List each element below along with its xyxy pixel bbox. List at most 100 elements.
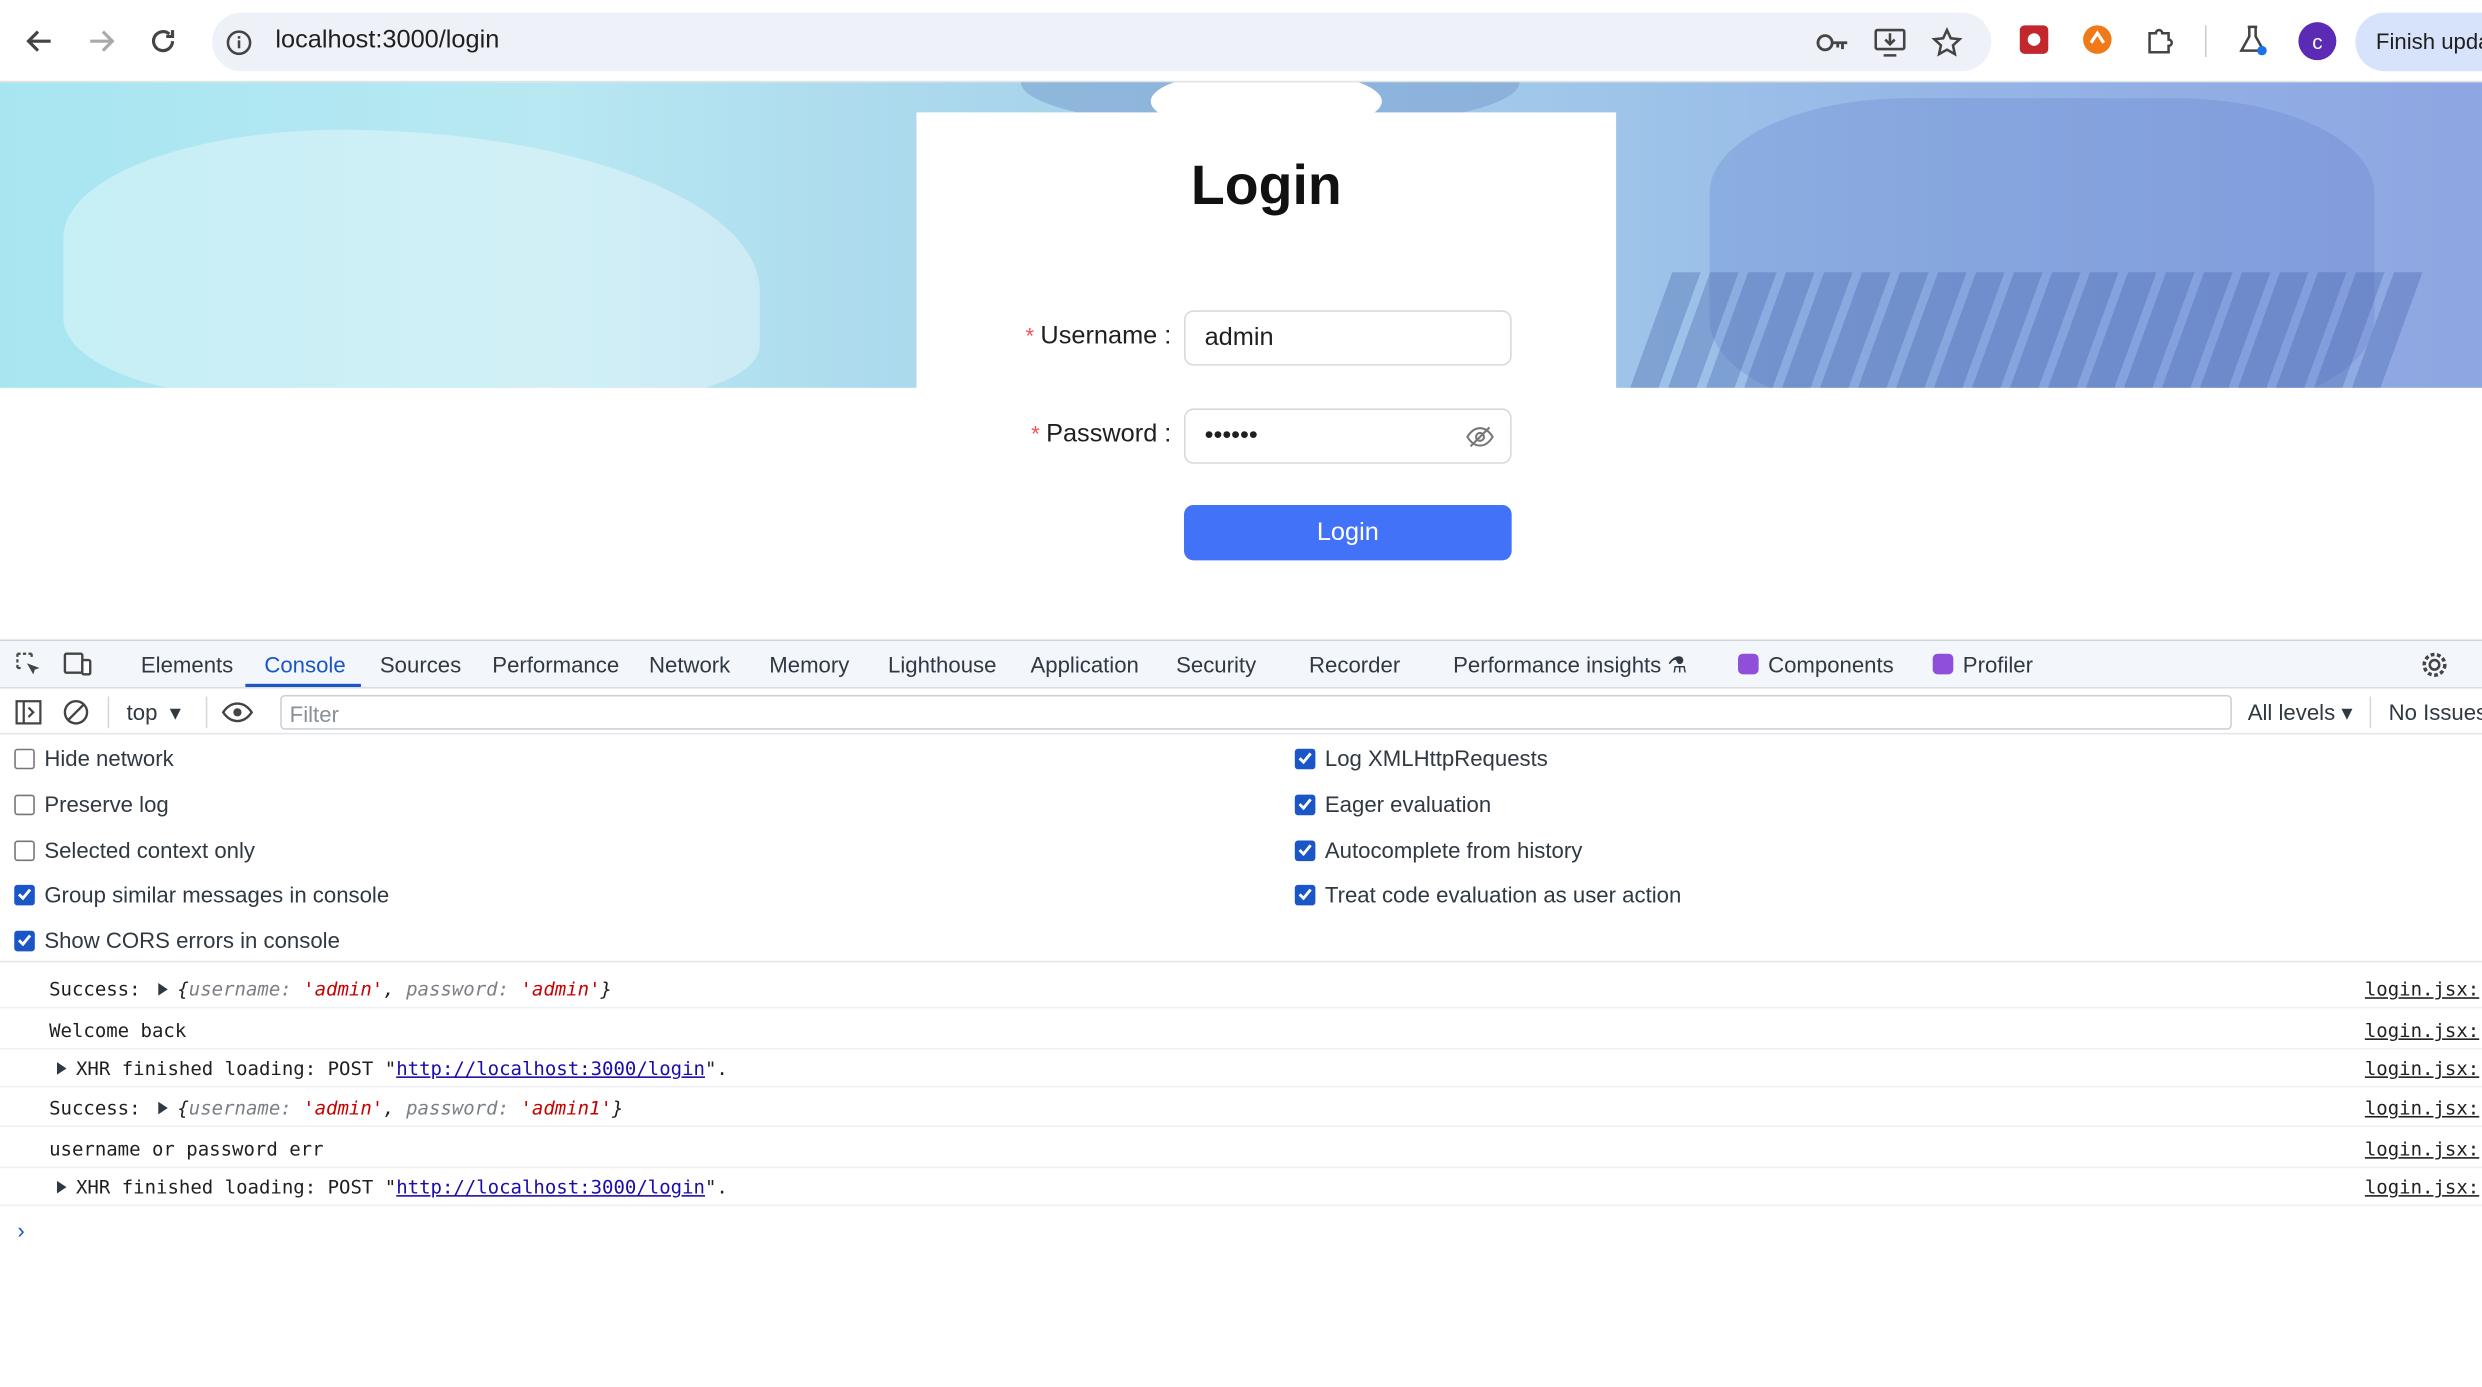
console-prompt-chevron-icon[interactable]: › xyxy=(17,1217,24,1242)
extensions-puzzle-icon[interactable] xyxy=(2143,22,2178,57)
setting-show-cors-errors[interactable]: Show CORS errors in console xyxy=(14,928,340,953)
source-link[interactable]: login.jsx: xyxy=(2365,1097,2479,1119)
setting-selected-context-only[interactable]: Selected context only xyxy=(14,837,255,863)
gear-icon[interactable] xyxy=(2420,651,2448,679)
source-link[interactable]: login.jsx: xyxy=(2365,1019,2479,1041)
comma: , xyxy=(383,1096,407,1120)
tab-application[interactable]: Application xyxy=(1030,652,1138,677)
tab-components[interactable]: Components xyxy=(1738,652,1894,677)
clear-console-icon[interactable] xyxy=(62,698,90,726)
tab-security[interactable]: Security xyxy=(1176,652,1256,677)
setting-label: Selected context only xyxy=(44,837,255,863)
tab-network[interactable]: Network xyxy=(649,652,730,677)
live-expression-eye-icon[interactable] xyxy=(220,698,255,726)
url-text[interactable]: localhost:3000/login xyxy=(275,27,499,55)
source-link[interactable]: login.jsx: xyxy=(2365,978,2479,1000)
console-message: XHR finished loading: POST "http://local… xyxy=(51,1057,728,1080)
address-bar[interactable]: localhost:3000/login xyxy=(212,12,1992,72)
expand-triangle-icon[interactable] xyxy=(56,1180,67,1194)
expand-triangle-icon[interactable] xyxy=(158,982,168,996)
issues-counter[interactable]: No Issues xyxy=(2389,700,2482,725)
setting-label: Log XMLHttpRequests xyxy=(1324,745,1548,771)
console-row: XHR finished loading: POST "http://local… xyxy=(0,1167,2482,1207)
extension-orange-icon[interactable] xyxy=(2080,22,2115,57)
brace: { xyxy=(177,1096,189,1120)
site-info-icon[interactable] xyxy=(222,25,257,60)
finish-update-button[interactable]: Finish upda xyxy=(2355,12,2482,72)
log-levels-dropdown[interactable]: All levels ▾ xyxy=(2248,700,2353,727)
checkbox[interactable] xyxy=(14,839,35,861)
setting-preserve-log[interactable]: Preserve log xyxy=(14,791,169,817)
password-input[interactable]: •••••• xyxy=(1184,408,1512,464)
checkbox-checked[interactable] xyxy=(14,884,35,905)
bookmark-star-icon[interactable] xyxy=(1930,25,1965,60)
tab-console[interactable]: Console xyxy=(264,652,345,677)
checkbox[interactable] xyxy=(14,793,35,815)
checkbox-checked[interactable] xyxy=(1294,839,1316,861)
setting-log-xmlhttprequests[interactable]: Log XMLHttpRequests xyxy=(1294,745,1548,771)
toolbar-divider xyxy=(2369,696,2372,729)
source-link[interactable]: login.jsx: xyxy=(2365,1057,2479,1079)
eye-invisible-icon[interactable] xyxy=(1466,424,1494,449)
active-tab-indicator xyxy=(245,683,361,687)
password-label-text: Password xyxy=(1046,421,1158,448)
inspect-element-icon[interactable] xyxy=(14,651,42,679)
setting-eager-evaluation[interactable]: Eager evaluation xyxy=(1294,791,1492,817)
expand-triangle-icon[interactable] xyxy=(56,1062,67,1075)
browser-toolbar: localhost:3000/login c Finish upda xyxy=(0,0,2482,83)
tab-elements[interactable]: Elements xyxy=(141,652,233,677)
setting-treat-code-evaluation[interactable]: Treat code evaluation as user action xyxy=(1294,882,1681,907)
tab-memory[interactable]: Memory xyxy=(769,652,849,677)
tab-components-label: Components xyxy=(1768,652,1894,678)
source-link[interactable]: login.jsx: xyxy=(2365,1176,2479,1198)
label-colon: : xyxy=(1157,421,1172,448)
tab-profiler[interactable]: Profiler xyxy=(1932,652,2034,678)
checkbox-checked[interactable] xyxy=(1294,747,1316,769)
xhr-url-link[interactable]: http://localhost:3000/login xyxy=(396,1057,705,1079)
password-key-icon[interactable] xyxy=(1816,25,1851,60)
console-row: Welcome back login.jsx: xyxy=(0,1010,2482,1050)
username-input[interactable]: admin xyxy=(1184,310,1512,366)
checkbox-checked[interactable] xyxy=(1294,884,1316,905)
setting-autocomplete-history[interactable]: Autocomplete from history xyxy=(1294,837,1582,863)
tab-performance-insights-label: Performance insights xyxy=(1453,652,1662,678)
brace: } xyxy=(600,978,612,1001)
checkbox-checked[interactable] xyxy=(14,929,35,951)
caret-down-icon: ▾ xyxy=(169,699,181,725)
forward-icon[interactable] xyxy=(78,17,125,64)
reload-icon[interactable] xyxy=(139,17,186,64)
tab-profiler-label: Profiler xyxy=(1962,652,2034,678)
setting-label: Eager evaluation xyxy=(1324,791,1492,817)
checkbox[interactable] xyxy=(14,747,35,769)
extension-red-icon[interactable] xyxy=(2017,22,2052,57)
object-key: username xyxy=(188,978,281,1001)
console-row: Success: {username: 'admin', password: '… xyxy=(0,1087,2482,1128)
required-asterisk: * xyxy=(1025,322,1035,349)
object-value: 'admin1' xyxy=(520,1096,612,1120)
device-toolbar-icon[interactable] xyxy=(63,651,92,679)
screen: localhost:3000/login c Finish upda Login… xyxy=(0,0,2482,1373)
tab-lighthouse[interactable]: Lighthouse xyxy=(888,652,996,677)
back-icon[interactable] xyxy=(16,17,63,64)
install-app-icon[interactable] xyxy=(1873,25,1908,60)
toolbar-divider xyxy=(2204,25,2207,57)
tab-sources[interactable]: Sources xyxy=(380,652,461,677)
profile-avatar[interactable]: c xyxy=(2298,22,2337,61)
filter-input[interactable]: Filter xyxy=(280,694,2232,730)
setting-label: Group similar messages in console xyxy=(44,881,390,908)
tab-performance-insights[interactable]: Performance insights ⚗ xyxy=(1453,652,1687,679)
context-selector[interactable]: top ▾ xyxy=(127,700,181,727)
sidebar-toggle-icon[interactable] xyxy=(14,698,42,726)
login-button[interactable]: Login xyxy=(1184,504,1512,561)
tab-recorder[interactable]: Recorder xyxy=(1309,652,1400,677)
labs-flask-icon[interactable] xyxy=(2235,22,2270,57)
xhr-url-link[interactable]: http://localhost:3000/login xyxy=(396,1176,705,1198)
tab-performance[interactable]: Performance xyxy=(492,652,619,677)
source-link[interactable]: login.jsx: xyxy=(2365,1138,2479,1160)
password-label: * Password : xyxy=(1013,421,1171,449)
setting-group-similar[interactable]: Group similar messages in console xyxy=(14,882,389,907)
setting-hide-network[interactable]: Hide network xyxy=(14,746,174,771)
expand-triangle-icon[interactable] xyxy=(158,1101,168,1115)
checkbox-checked[interactable] xyxy=(1294,793,1316,815)
object-value: 'admin' xyxy=(520,978,601,1001)
